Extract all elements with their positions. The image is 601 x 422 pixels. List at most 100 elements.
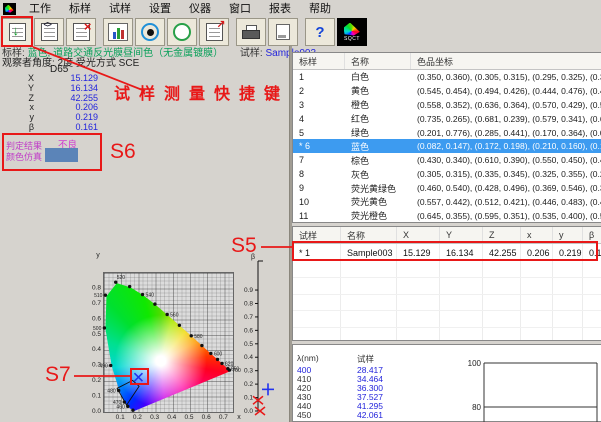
menu-item-help[interactable]: 帮助 — [300, 2, 340, 16]
standards-row-7[interactable]: 7棕色(0.430, 0.340), (0.610, 0.390), (0.55… — [293, 153, 601, 167]
color-simulation-swatch — [45, 148, 78, 162]
svg-text:0.2: 0.2 — [92, 377, 101, 384]
gamut-logo-icon — [5, 5, 14, 13]
standards-row-1[interactable]: 1白色(0.350, 0.360), (0.305, 0.315), (0.29… — [293, 70, 601, 84]
svg-text:0.3: 0.3 — [244, 368, 253, 375]
svg-text:0.6: 0.6 — [202, 414, 211, 421]
svg-text:0.1: 0.1 — [92, 393, 101, 400]
chart-view-button[interactable] — [103, 18, 133, 46]
samples-table-body: * 1Sample00315.12916.13442.2550.2060.219… — [293, 244, 601, 341]
tristimulus-row: Z42.255 — [4, 93, 98, 103]
standards-row-6[interactable]: * 6蓝色(0.082, 0.147), (0.172, 0.198), (0.… — [293, 139, 601, 153]
print-button[interactable] — [236, 18, 266, 46]
svg-text:0.5: 0.5 — [184, 414, 193, 421]
beta-axis: β0.00.10.20.30.40.50.60.70.80.9 — [240, 247, 292, 422]
delete-button[interactable]: × — [66, 18, 96, 46]
svg-text:0.1: 0.1 — [116, 414, 125, 421]
samples-col-0: 试样 — [293, 227, 341, 243]
menu-item-sample[interactable]: 试样 — [100, 2, 140, 16]
measure-target-button[interactable] — [135, 18, 165, 46]
menu-item-standard[interactable]: 标样 — [60, 2, 100, 16]
filled-target-icon — [141, 23, 159, 41]
sqct-logo-button[interactable]: SQCT — [337, 18, 367, 46]
spectral-row-430: 43037.527 — [297, 392, 383, 401]
export-button[interactable]: ↗ — [199, 18, 229, 46]
svg-text:80: 80 — [472, 403, 481, 412]
svg-text:0.0: 0.0 — [244, 408, 253, 415]
standards-row-11[interactable]: 11荧光橙色(0.645, 0.355), (0.595, 0.351), (0… — [293, 209, 601, 223]
spectral-row-400: 40028.417 — [297, 365, 383, 374]
menu-item-window[interactable]: 窗口 — [220, 2, 260, 16]
standards-row-8[interactable]: 8灰色(0.305, 0.315), (0.335, 0.345), (0.32… — [293, 167, 601, 181]
samples-col-6: y — [553, 227, 583, 243]
printer-icon — [242, 25, 260, 40]
col-standard: 标样 — [293, 53, 345, 69]
svg-text:0.4: 0.4 — [244, 354, 253, 361]
spectral-row-420: 42036.300 — [297, 383, 383, 392]
cie-chromaticity-diagram: yx0.10.20.30.40.50.60.70.00.10.20.30.40.… — [87, 247, 241, 422]
samples-empty-row — [293, 278, 601, 294]
svg-text:580: 580 — [194, 334, 203, 340]
menu-bar: 工作标样试样设置仪器窗口报表帮助 — [0, 0, 601, 16]
standards-row-9[interactable]: 9荧光黄绿色(0.460, 0.540), (0.428, 0.496), (0… — [293, 181, 601, 195]
samples-empty-row — [293, 295, 601, 311]
spectral-row-440: 44041.295 — [297, 401, 383, 410]
svg-text:0.5: 0.5 — [244, 341, 253, 348]
samples-row-1[interactable]: * 1Sample00315.12916.13442.2550.2060.219… — [293, 244, 601, 262]
list-export-arrow-icon: ↗ — [206, 23, 223, 41]
standards-row-2[interactable]: 2黄色(0.545, 0.454), (0.494, 0.426), (0.44… — [293, 84, 601, 98]
svg-text:β: β — [251, 254, 255, 261]
svg-text:0.6: 0.6 — [92, 315, 101, 322]
sqct-gamut-icon — [344, 23, 361, 36]
menu-item-settings[interactable]: 设置 — [140, 2, 180, 16]
svg-text:0.1: 0.1 — [244, 395, 253, 402]
svg-text:0.7: 0.7 — [244, 314, 253, 321]
svg-text:490: 490 — [99, 363, 108, 369]
tristimulus-row: y0.219 — [4, 112, 98, 122]
toolbar: ↓ <> × ↗ ? SQCT — [2, 18, 369, 46]
menu-item-work[interactable]: 工作 — [20, 2, 60, 16]
svg-text:0.4: 0.4 — [92, 346, 101, 353]
app-icon — [3, 3, 16, 15]
standards-table-body: 1白色(0.350, 0.360), (0.305, 0.315), (0.29… — [293, 70, 601, 223]
list-down-arrow-icon: ↓ — [9, 23, 26, 41]
svg-text:100: 100 — [468, 359, 482, 368]
color-simulation-label: 颜色仿真 — [6, 150, 42, 163]
standards-row-10[interactable]: 10荧光黄色(0.557, 0.442), (0.512, 0.421), (0… — [293, 195, 601, 209]
measure-sample-button[interactable]: ↓ — [2, 18, 32, 46]
svg-text:0.0: 0.0 — [92, 408, 101, 415]
svg-text:0.3: 0.3 — [150, 414, 159, 421]
col-coords: 色品坐标 — [411, 53, 601, 69]
svg-text:480: 480 — [107, 388, 116, 394]
samples-col-2: X — [397, 227, 440, 243]
tristimulus-row: β0.161 — [4, 122, 98, 132]
svg-text:560: 560 — [170, 312, 179, 318]
svg-text:0.8: 0.8 — [92, 284, 101, 291]
samples-col-4: Z — [483, 227, 521, 243]
tristimulus-row: Y16.134 — [4, 83, 98, 93]
tristimulus-values: X15.129Y16.134Z42.255x0.206y0.219β0.161 — [4, 73, 98, 132]
tristimulus-row: X15.129 — [4, 73, 98, 83]
samples-col-3: Y — [440, 227, 483, 243]
standards-row-4[interactable]: 4红色(0.735, 0.265), (0.681, 0.239), (0.57… — [293, 112, 601, 126]
svg-text:0.6: 0.6 — [244, 327, 253, 334]
annotation-shortcut-label: 试样测量快捷键 — [114, 80, 289, 104]
calibrate-button[interactable] — [167, 18, 197, 46]
samples-table-header: 试样名称XYZxyβ — [293, 227, 601, 244]
help-button[interactable]: ? — [305, 18, 335, 46]
svg-text:0.7: 0.7 — [92, 300, 101, 307]
empty-target-icon — [173, 23, 191, 41]
menu-item-report[interactable]: 报表 — [260, 2, 300, 16]
samples-col-1: 名称 — [341, 227, 397, 243]
svg-text:0.2: 0.2 — [244, 381, 253, 388]
standards-panel: 标样 名称 色品坐标 1白色(0.350, 0.360), (0.305, 0.… — [292, 52, 601, 223]
standards-row-3[interactable]: 3橙色(0.558, 0.352), (0.636, 0.364), (0.57… — [293, 98, 601, 112]
sample-col-header: 试样 — [357, 353, 374, 365]
annotation-s6: S6 — [110, 140, 136, 164]
compare-button[interactable]: <> — [34, 18, 64, 46]
print-preview-button[interactable] — [268, 18, 298, 46]
menu-item-instrument[interactable]: 仪器 — [180, 2, 220, 16]
sqct-label: SQCT — [344, 37, 360, 42]
standards-row-5[interactable]: 5绿色(0.201, 0.776), (0.285, 0.441), (0.17… — [293, 126, 601, 140]
spectral-list: 40028.41741034.46442036.30043037.5274404… — [297, 365, 383, 422]
